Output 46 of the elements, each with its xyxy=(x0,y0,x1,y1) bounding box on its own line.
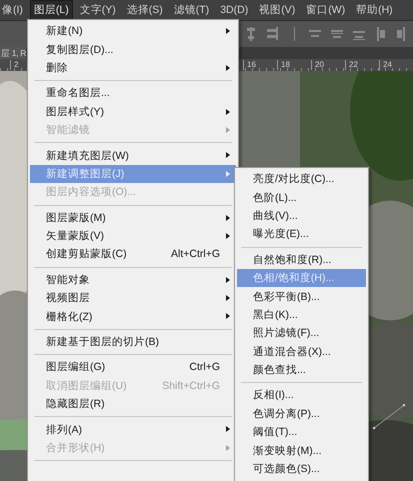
menu-item[interactable]: 创建剪贴蒙版(C) Alt+Ctrl+G xyxy=(30,245,236,264)
menu-item[interactable]: 照片滤镜(F)... xyxy=(237,324,366,343)
menu-item[interactable]: 自然饱和度(R)... xyxy=(237,250,366,269)
menu-bar-item[interactable]: 视图(V) xyxy=(255,0,300,20)
menu-item[interactable]: 图层编组(G) Ctrl+G xyxy=(30,358,236,377)
menu-item[interactable]: 亮度/对比度(C)... xyxy=(237,170,366,188)
ruler-label: 18 xyxy=(277,60,311,70)
menu-bar-item[interactable]: 3D(D) xyxy=(216,1,252,19)
align-icon[interactable] xyxy=(247,27,407,41)
menu-bar-item[interactable]: 选择(S) xyxy=(122,0,167,20)
menu-item[interactable]: 色阶(L)... xyxy=(237,188,366,207)
menu-item[interactable]: 阈值(T)... xyxy=(237,423,366,442)
ruler-label: 16 xyxy=(243,60,277,70)
menu-bar-item[interactable]: 像(I) xyxy=(0,0,27,20)
menu-item[interactable]: 可选颜色(S)... xyxy=(237,460,366,478)
menu-item[interactable]: 通道混合器(X)... xyxy=(237,342,366,361)
menu-bar-item[interactable]: 窗口(W) xyxy=(302,0,350,20)
ruler-label: 20 xyxy=(311,60,345,70)
menu-bar-item[interactable]: 滤镜(T) xyxy=(170,0,214,20)
menu-item[interactable]: 复制图层(D)... xyxy=(30,40,236,59)
menu-item[interactable]: 渐变映射(M)... xyxy=(237,441,366,460)
menu-item[interactable]: 栅格化(Z) xyxy=(30,307,236,326)
menu-item[interactable]: 新建基于图层的切片(B) xyxy=(30,332,236,352)
document-tab[interactable]: 层 1, R xyxy=(0,47,26,59)
menu-item[interactable]: 排列(A) xyxy=(30,420,236,439)
menu-item[interactable]: 颜色查找... xyxy=(237,360,366,380)
menu-item[interactable]: 图层蒙版(M) xyxy=(30,208,236,227)
menu-item[interactable]: 色调分离(P)... xyxy=(237,404,366,424)
menu-bar-item[interactable]: 帮助(H) xyxy=(352,0,397,20)
ruler-label: 22 xyxy=(345,60,379,70)
menu-item[interactable]: 色彩平衡(B)... xyxy=(237,287,366,306)
menu-item[interactable]: 曝光度(E)... xyxy=(237,225,366,244)
menu-item[interactable]: 视频图层 xyxy=(30,289,236,308)
menu-item[interactable]: 智能对象 xyxy=(30,270,236,290)
menu-item[interactable]: 黑白(K)... xyxy=(237,306,366,324)
menu-item[interactable]: 重命名图层... xyxy=(30,84,236,103)
menu-item[interactable]: 反相(I)... xyxy=(237,386,366,405)
menu-item[interactable]: 图层样式(Y) xyxy=(30,102,236,121)
menu-item[interactable]: 曲线(V)... xyxy=(237,206,366,226)
menu-item[interactable]: 矢量蒙版(V) xyxy=(30,226,236,246)
menu-bar-item[interactable]: 文字(Y) xyxy=(76,0,120,20)
menu-bar-item[interactable]: 图层(L) xyxy=(30,0,73,20)
menu-item[interactable]: 新建(N) xyxy=(30,22,236,40)
ruler-label: 24 xyxy=(379,60,413,70)
menu-item[interactable]: 隐藏图层(R) xyxy=(30,395,236,414)
menu-item[interactable]: 新建填充图层(W) xyxy=(30,146,236,165)
